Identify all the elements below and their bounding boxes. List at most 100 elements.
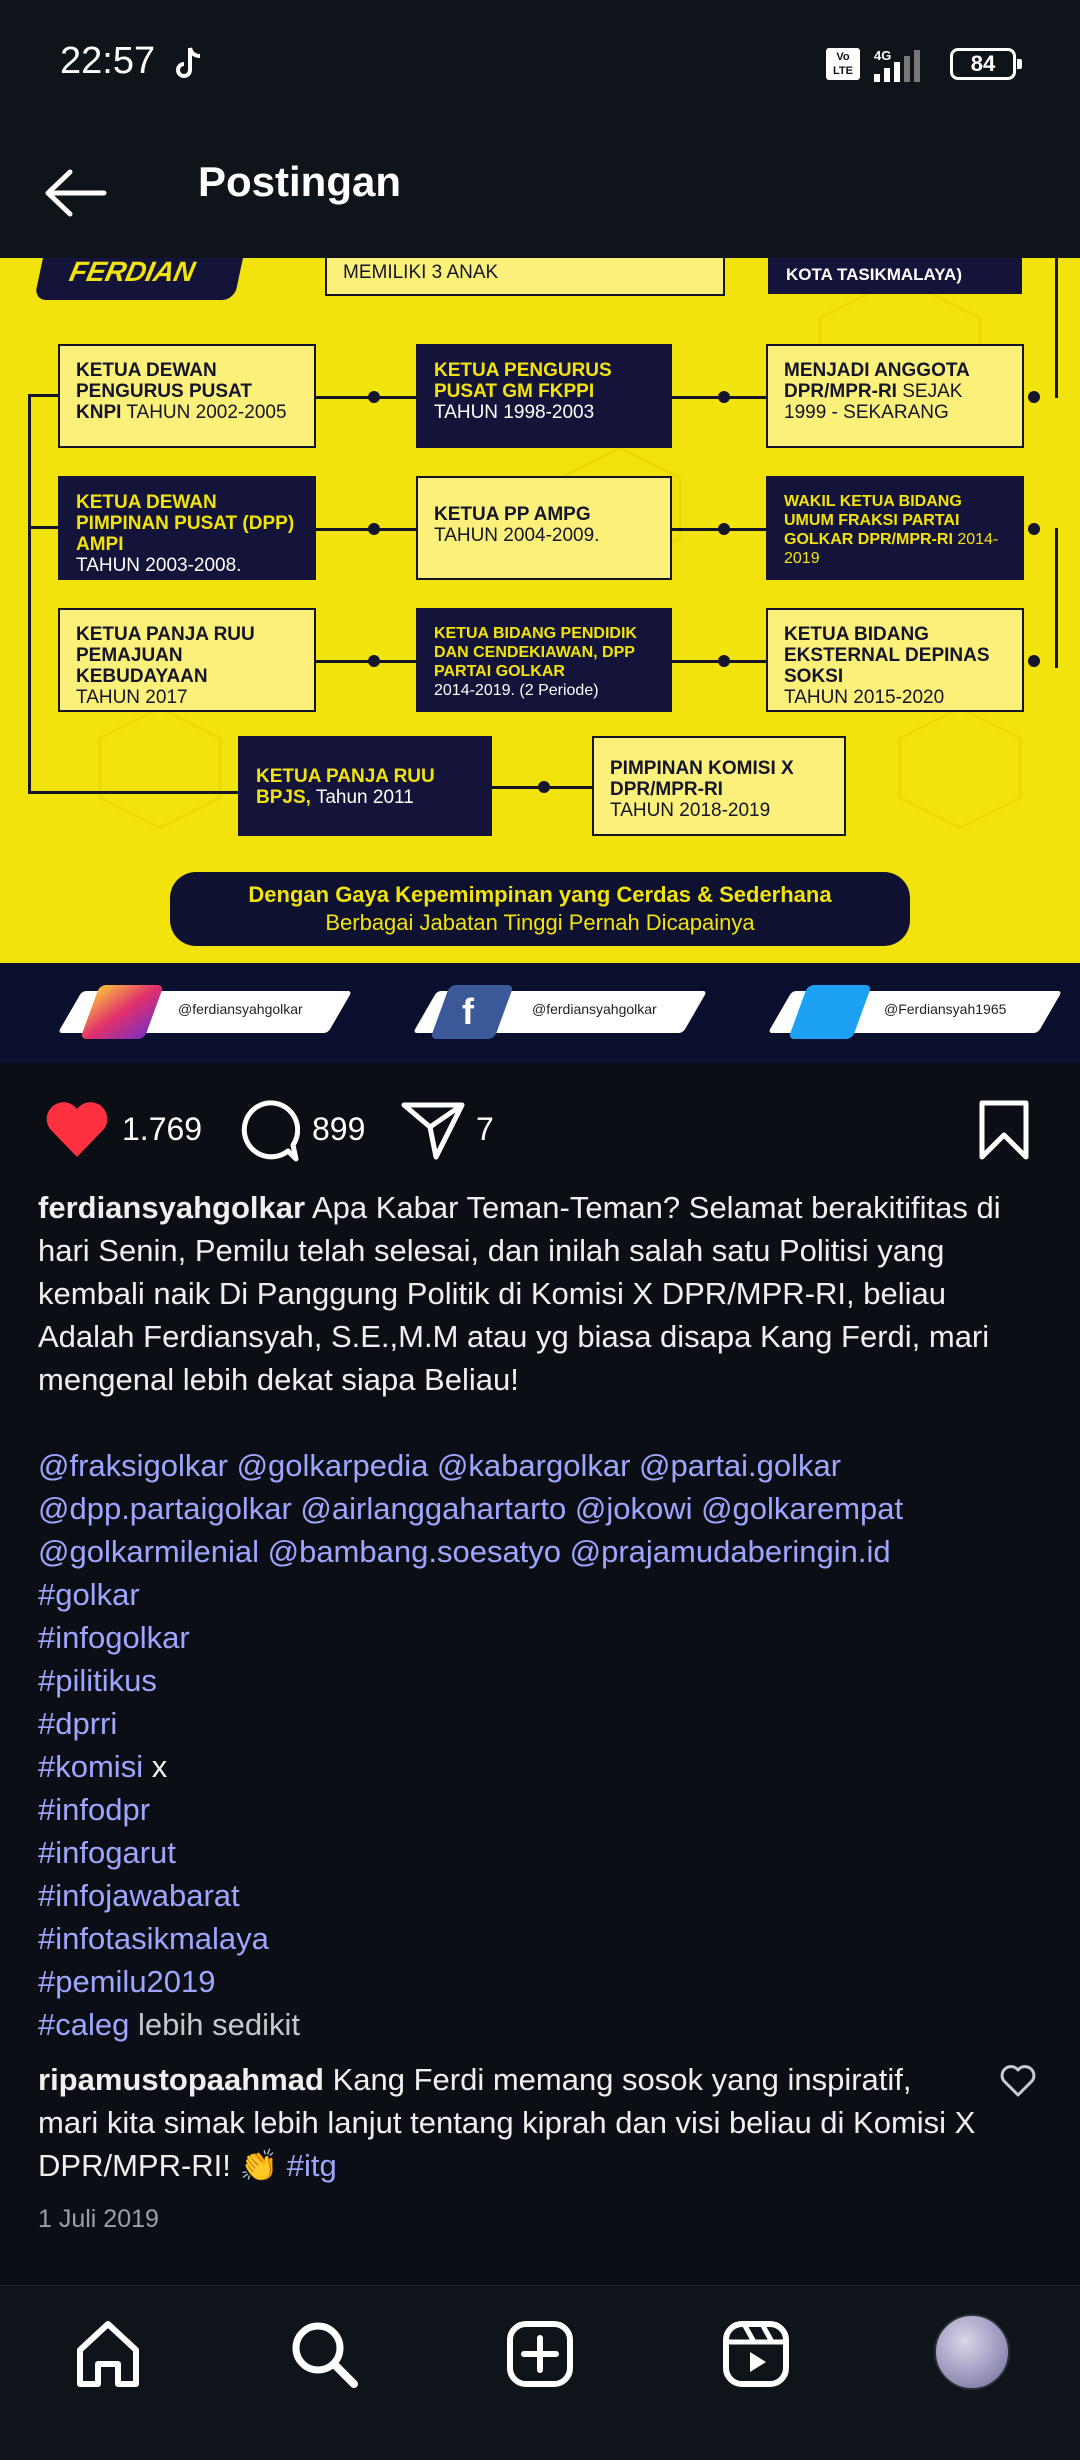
info-card-family-text: MEMILIKI 3 ANAK [343,262,499,283]
connector-line [28,394,58,397]
post-actions: 1.769 899 7 [0,1063,1080,1188]
info-card-dpr: MENJADI ANGGOTA DPR/MPR-RI SEJAK 1999 - … [766,344,1024,448]
heart-icon[interactable] [44,1099,110,1159]
info-card-fraksi: WAKIL KETUA BIDANG UMUM FRAKSI PARTAI GO… [766,476,1024,580]
connector-line [1055,258,1058,398]
info-card-soksi: KETUA BIDANG EKSTERNAL DEPINAS SOKSI TAHU… [766,608,1024,712]
post-caption: ferdiansyahgolkar Apa Kabar Teman-Teman?… [38,1186,1048,2046]
hashtag-link[interactable]: #pemilu2019 [38,1960,1048,2003]
info-card-pendidik: KETUA BIDANG PENDIDIK DAN CENDEKIAWAN, D… [416,608,672,712]
signal-icon: 4G [874,48,920,82]
hashtag-link[interactable]: #infogarut [38,1831,1048,1874]
slogan-line-1: Dengan Gaya Kepemimpinan yang Cerdas & S… [248,882,832,907]
mention-line[interactable]: @dpp.partaigolkar @airlanggahartarto @jo… [38,1487,1048,1530]
caption-body: ferdiansyahgolkar Apa Kabar Teman-Teman?… [38,1186,1048,1401]
hashtag-link[interactable]: #komisi [38,1749,143,1784]
connector-line [28,394,31,794]
connector-line [28,791,238,794]
back-arrow-icon[interactable] [40,160,110,226]
comment-item: ripamustopaahmad Kang Ferdi memang sosok… [38,2058,978,2187]
info-card-region: KOTA TASIKMALAYA) [768,258,1022,294]
search-icon[interactable] [284,2314,364,2394]
instagram-handle: @ferdiansyahgolkar [178,1001,303,1017]
card-title: KETUA PANJA RUU PEMAJUAN KEBUDAYAAN [76,624,255,687]
like-count[interactable]: 1.769 [122,1111,202,1148]
add-post-icon[interactable] [500,2314,580,2394]
card-year: TAHUN 2003-2008. [76,555,242,576]
profile-avatar[interactable] [934,2314,1010,2390]
card-year: 2014-2019. (2 Periode) [434,682,599,699]
battery-indicator: 84 [950,48,1022,80]
hashtag-link[interactable]: #dprri [38,1702,1048,1745]
share-count[interactable]: 7 [476,1111,494,1148]
hashtag-link[interactable]: #caleg [38,2007,129,2042]
status-bar: 22:57 Vo LTE 4G 84 [0,0,1080,130]
card-title: KETUA BIDANG EKSTERNAL DEPINAS SOKSI [784,624,990,687]
hashtag-link[interactable]: #infogolkar [38,1616,1048,1659]
mention-line[interactable]: @fraksigolkar @golkarpedia @kabargolkar … [38,1444,1048,1487]
status-time: 22:57 [60,40,156,82]
card-year: TAHUN 1998-2003 [434,402,595,423]
connector-dot [1028,391,1040,403]
caption-username[interactable]: ferdiansyahgolkar [38,1190,305,1225]
card-year: TAHUN 2004-2009. [434,525,600,546]
hashtag-link[interactable]: #infodpr [38,1788,1048,1831]
bottom-navigation [0,2285,1080,2460]
hashtag-row: #caleg lebih sedikit [38,2003,1048,2046]
info-card-bpjs: KETUA PANJA RUU BPJS, Tahun 2011 [238,736,492,836]
volte-icon: Vo LTE [826,48,860,80]
connector-dot [718,391,730,403]
card-year: TAHUN 2017 [76,687,188,708]
tiktok-icon [176,47,201,78]
info-card-knpi: KETUA DEWAN PENGURUS PUSAT KNPI TAHUN 20… [58,344,316,448]
connector-line [28,526,58,529]
card-year: Tahun 2011 [310,787,414,808]
reels-icon[interactable] [716,2314,796,2394]
connector-dot [1028,655,1040,667]
hashtag-row: #komisi x [38,1745,1048,1788]
info-card-komisi-x: PIMPINAN KOMISI X DPR/MPR-RI TAHUN 2018-2… [592,736,846,836]
mention-line[interactable]: @golkarmilenial @bambang.soesatyo @praja… [38,1530,1048,1573]
connector-dot [368,523,380,535]
info-card-fkppi: KETUA PENGURUS PUSAT GM FKPPI TAHUN 1998-… [416,344,672,448]
hashtag-link[interactable]: #infotasikmalaya [38,1917,1048,1960]
hashtag-suffix: x [143,1749,168,1784]
slogan-banner: Dengan Gaya Kepemimpinan yang Cerdas & S… [170,872,910,946]
social-footer: @ferdiansyahgolkar f @ferdiansyahgolkar … [0,963,1080,1063]
comment-heart-icon[interactable] [1000,2064,1036,2098]
card-year: TAHUN 2002-2005 [121,402,287,423]
less-link[interactable]: lebih sedikit [129,2007,300,2042]
hashtag-link[interactable]: #infojawabarat [38,1874,1048,1917]
facebook-glyph: f [462,991,474,1032]
comment-username[interactable]: ripamustopaahmad [38,2062,324,2097]
share-icon[interactable] [400,1099,466,1161]
home-icon[interactable] [68,2314,148,2394]
hashtag-link[interactable]: #pilitikus [38,1659,1048,1702]
card-year: TAHUN 2018-2019 [610,800,771,821]
connector-dot [718,655,730,667]
info-card-ampi: KETUA DEWAN PIMPINAN PUSAT (DPP) AMPI TAH… [58,476,316,580]
brand-logo: FERDIAN [34,258,246,300]
connector-dot [368,391,380,403]
comment-count[interactable]: 899 [312,1111,365,1148]
bookmark-icon[interactable] [976,1099,1032,1161]
card-title: WAKIL KETUA BIDANG UMUM FRAKSI PARTAI GO… [784,493,962,548]
info-card-panja-kebudayaan: KETUA PANJA RUU PEMAJUAN KEBUDAYAAN TAHUN… [58,608,316,712]
comment-hashtag[interactable]: #itg [287,2148,337,2183]
connector-line [316,660,416,663]
hashtag-link[interactable]: #golkar [38,1573,1048,1616]
comment-icon[interactable] [236,1099,300,1163]
card-year: TAHUN 2015-2020 [784,687,945,708]
post-image[interactable]: FERDIAN MEMILIKI 3 ANAK KOTA TASIKMALAYA… [0,258,1080,1063]
twitter-handle: @Ferdiansyah1965 [884,1001,1007,1017]
connector-line [316,528,416,531]
page-title: Postingan [198,158,402,205]
card-title: KETUA BIDANG PENDIDIK DAN CENDEKIAWAN, D… [434,625,637,680]
connector-dot [1028,523,1040,535]
card-title: KETUA DEWAN PIMPINAN PUSAT (DPP) AMPI [76,492,295,555]
svg-text:4G: 4G [874,48,891,63]
facebook-handle: @ferdiansyahgolkar [532,1001,657,1017]
card-title: PIMPINAN KOMISI X DPR/MPR-RI [610,758,794,800]
info-card-family: MEMILIKI 3 ANAK [325,258,725,296]
connector-dot [368,655,380,667]
